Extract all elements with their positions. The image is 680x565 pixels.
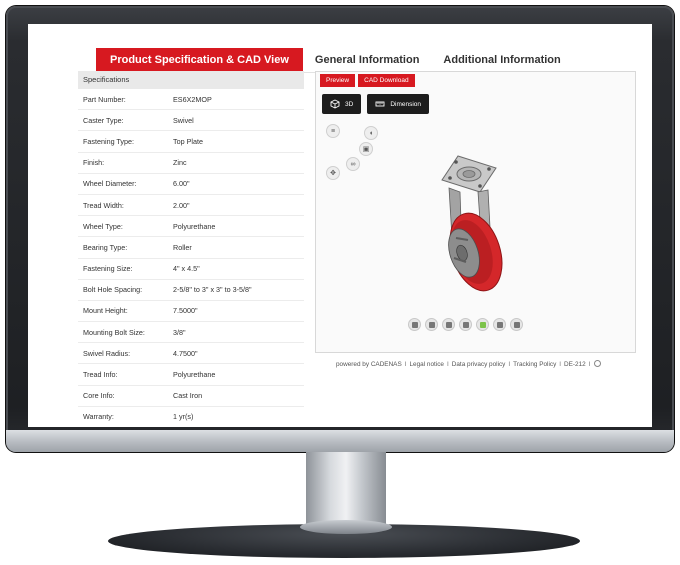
spec-key: Fastening Size:: [83, 264, 133, 274]
spec-key: Caster Type:: [83, 115, 124, 125]
tab-product-specification[interactable]: Product Specification & CAD View: [96, 48, 303, 72]
tab-general-information[interactable]: General Information: [303, 48, 432, 72]
spec-key: Bolt Hole Spacing:: [83, 285, 143, 295]
view-controls: [408, 318, 523, 331]
spec-value: 2.00": [173, 200, 190, 210]
tab-bar: Product Specification & CAD View General…: [96, 46, 573, 72]
spec-value: 2-5/8" to 3" x 3" to 3-5/8": [173, 285, 252, 295]
spec-value: 4" x 4.5": [173, 264, 200, 274]
spec-row: Fastening Type: Top Plate: [78, 131, 304, 153]
spec-row: Fastening Size: 4" x 4.5": [78, 259, 304, 280]
box-icon[interactable]: ▣: [359, 142, 373, 156]
cad-tabs: Preview CAD Download: [320, 74, 415, 87]
colored-view-icon[interactable]: [476, 318, 489, 331]
spec-key: Fastening Type:: [83, 136, 135, 146]
spec-row: Wheel Diameter: 6.00": [78, 174, 304, 195]
spec-key: Tread Width:: [83, 200, 124, 210]
view-3d-button[interactable]: 3D: [322, 94, 362, 114]
spec-row: Tread Width: 2.00": [78, 195, 304, 217]
spec-key: Swivel Radius:: [83, 348, 131, 358]
spec-key: Mounting Bolt Size:: [83, 327, 145, 337]
settings-icon[interactable]: [593, 360, 601, 367]
spec-value: Swivel: [173, 115, 194, 125]
spec-value: Roller: [173, 242, 192, 252]
spec-key: Tread Info:: [83, 370, 118, 380]
spec-row: Warranty: 1 yr(s): [78, 407, 304, 427]
shaded-view-icon[interactable]: [510, 318, 523, 331]
spec-row: Bearing Type: Roller: [78, 237, 304, 259]
spec-value: Zinc: [173, 158, 187, 168]
powered-by-link[interactable]: powered by CADENAS: [336, 361, 402, 368]
spec-row: Swivel Radius: 4.7500": [78, 343, 304, 365]
section-view-icon[interactable]: [493, 318, 506, 331]
cube-icon: [330, 99, 340, 109]
ruler-icon: [375, 101, 385, 107]
tab-preview[interactable]: Preview: [320, 74, 356, 87]
spec-row: Bolt Hole Spacing: 2-5/8" to 3" x 3" to 3…: [78, 280, 304, 301]
privacy-policy-link[interactable]: Data privacy policy: [452, 361, 506, 368]
locale-label: DE-212: [564, 361, 586, 368]
spec-value: 3/8": [173, 327, 186, 337]
spec-value: 6.00": [173, 179, 190, 189]
specifications-header: Specifications: [78, 71, 304, 89]
spec-row: Core Info: Cast Iron: [78, 386, 304, 407]
spec-row: Mount Height: 7.5000": [78, 301, 304, 323]
spec-key: Bearing Type:: [83, 242, 128, 252]
specifications-table: Specifications Part Number: ES6X2MOP Caste…: [78, 71, 304, 427]
caster-wheel-model[interactable]: [416, 150, 526, 300]
tab-cad-download[interactable]: CAD Download: [358, 74, 415, 87]
spec-value: Polyurethane: [173, 221, 216, 231]
spec-key: Warranty:: [83, 412, 114, 422]
spec-value: 1 yr(s): [173, 412, 194, 422]
measure-icon[interactable]: [408, 318, 421, 331]
dimension-button[interactable]: Dimension: [367, 94, 430, 114]
spec-key: Wheel Type:: [83, 221, 123, 231]
solid-view-icon[interactable]: [425, 318, 438, 331]
view-3d-label: 3D: [345, 100, 354, 108]
wireframe-icon[interactable]: [459, 318, 472, 331]
spec-value: Cast Iron: [173, 391, 203, 401]
spec-row: Finish: Zinc: [78, 153, 304, 174]
spec-key: Wheel Diameter:: [83, 179, 137, 189]
move-icon[interactable]: ✥: [326, 166, 340, 180]
spec-row: Tread Info: Polyurethane: [78, 364, 304, 386]
vr-glasses-icon[interactable]: ∞: [346, 157, 360, 171]
spec-row: Wheel Type: Polyurethane: [78, 216, 304, 238]
spec-value: 4.7500": [173, 348, 198, 358]
spec-key: Part Number:: [83, 94, 126, 104]
spec-value: 7.5000": [173, 306, 198, 316]
legal-notice-link[interactable]: Legal notice: [410, 361, 444, 368]
cylinder-icon[interactable]: ◖: [364, 126, 378, 140]
spec-row: Caster Type: Swivel: [78, 110, 304, 132]
monitor-bezel-bottom: [6, 430, 674, 452]
cad-viewer: Preview CAD Download 3D Dimension ≡ ◖ ▣ …: [315, 71, 636, 353]
viewer-footer: powered by CADENAS I Legal notice I Data pri…: [336, 360, 601, 368]
hidden-lines-icon[interactable]: [442, 318, 455, 331]
list-icon[interactable]: ≡: [326, 124, 340, 138]
spec-key: Mount Height:: [83, 306, 128, 316]
screen: Product Specification & CAD View General…: [28, 24, 652, 427]
dimension-label: Dimension: [390, 100, 422, 108]
viewer-toolbar: 3D Dimension: [322, 94, 430, 114]
monitor-stand-joint: [300, 520, 392, 534]
spec-key: Core Info:: [83, 391, 115, 401]
spec-row: Mounting Bolt Size: 3/8": [78, 322, 304, 344]
spec-row: Part Number: ES6X2MOP: [78, 89, 304, 111]
spec-rows: Part Number: ES6X2MOP Caster Type: Swivel Fa…: [78, 89, 304, 427]
tracking-policy-link[interactable]: Tracking Policy: [513, 361, 556, 368]
spec-key: Finish:: [83, 158, 105, 168]
spec-value: Polyurethane: [173, 370, 216, 380]
spec-value: Top Plate: [173, 136, 203, 146]
spec-value: ES6X2MOP: [173, 94, 212, 104]
tab-additional-information[interactable]: Additional Information: [431, 48, 572, 72]
